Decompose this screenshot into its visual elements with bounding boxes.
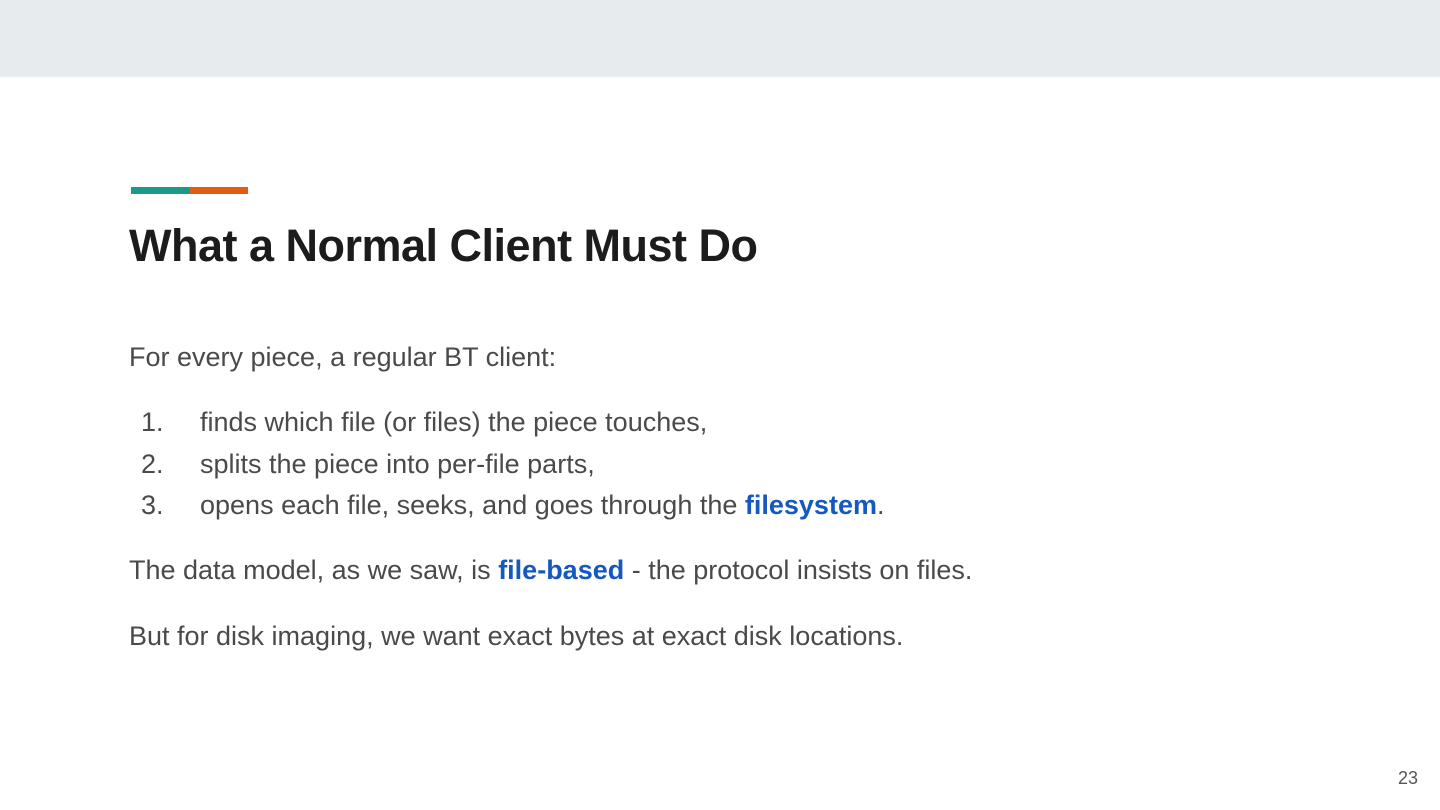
slide-title: What a Normal Client Must Do xyxy=(129,220,758,271)
page-number: 23 xyxy=(1397,768,1418,788)
list-number: 2. xyxy=(141,448,164,479)
list-text: splits the piece into per-file parts, xyxy=(200,448,595,479)
header-band xyxy=(0,0,1440,77)
list-text-before: opens each file, seeks, and goes through… xyxy=(200,490,745,520)
list-text: finds which file (or files) the piece to… xyxy=(200,407,708,437)
list-text: opens each file, seeks, and goes through… xyxy=(200,490,884,521)
highlight-filesystem: filesystem xyxy=(744,490,877,520)
para2-after: - the protocol insists on files. xyxy=(624,555,973,585)
para2-before: The data model, as we saw, is xyxy=(129,555,499,585)
accent-bar-teal xyxy=(131,187,190,194)
accent-bar-orange xyxy=(190,187,248,194)
highlight-file-based: file-based xyxy=(498,555,625,585)
intro-text: For every piece, a regular BT client: xyxy=(129,342,557,372)
list-number: 3. xyxy=(141,490,164,520)
data-model-paragraph: The data model, as we saw, is file-based… xyxy=(129,555,972,586)
list-text-after: . xyxy=(876,490,885,520)
list-number: 1. xyxy=(141,407,164,437)
disk-imaging-paragraph: But for disk imaging, we want exact byte… xyxy=(129,621,904,651)
